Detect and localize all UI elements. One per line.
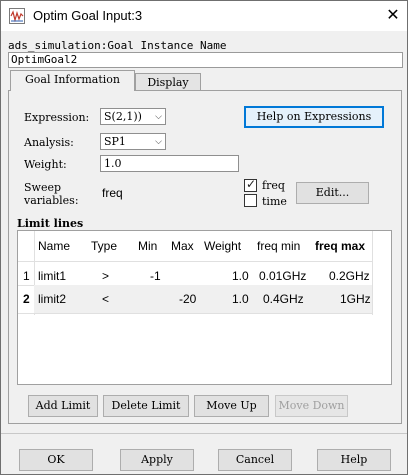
chevron-down-icon: ⌵ <box>155 112 162 122</box>
cell-name[interactable]: limit2 <box>38 285 66 313</box>
column-divider <box>372 231 373 315</box>
close-icon[interactable]: ✕ <box>383 5 403 25</box>
instance-name-input[interactable]: OptimGoal2 <box>8 52 403 68</box>
table-row-selected[interactable] <box>34 285 372 313</box>
delete-limit-button[interactable]: Delete Limit <box>103 395 189 417</box>
waveform-icon <box>9 8 25 24</box>
cell-weight[interactable]: 1.0 <box>232 285 249 313</box>
weight-input[interactable]: 1.0 <box>100 155 239 172</box>
help-button[interactable]: Help <box>317 449 391 471</box>
time-checkbox[interactable] <box>244 194 257 207</box>
ok-button[interactable]: OK <box>19 449 93 471</box>
dialog-window: Optim Goal Input:3 ✕ ads_simulation:Goal… <box>0 0 408 475</box>
expression-value: S(2,1)) <box>104 110 142 123</box>
cell-freq-max[interactable]: 1GHz <box>340 285 371 313</box>
weight-label: Weight: <box>24 158 67 171</box>
column-header-type[interactable]: Type <box>91 231 117 261</box>
move-down-button[interactable]: Move Down <box>275 395 348 417</box>
freq-checkbox[interactable]: ✓ <box>244 177 257 192</box>
window-title: Optim Goal Input:3 <box>33 8 143 23</box>
limit-lines-table: Name Type Min Max Weight freq min freq m… <box>17 230 392 385</box>
analysis-label: Analysis: <box>24 136 74 149</box>
cancel-button[interactable]: Cancel <box>218 449 292 471</box>
freq-checkbox-label: freq <box>262 179 285 192</box>
cell-freq-min[interactable]: 0.4GHz <box>263 285 304 313</box>
instance-name-label: ads_simulation:Goal Instance Name <box>8 39 227 52</box>
column-header-freq-max[interactable]: freq max <box>315 231 365 261</box>
help-on-expressions-button[interactable]: Help on Expressions <box>244 106 384 128</box>
tab-goal-information[interactable]: Goal Information <box>10 70 135 91</box>
column-header-freq-min[interactable]: freq min <box>257 231 300 261</box>
footer-divider <box>1 433 407 434</box>
time-checkbox-label: time <box>262 195 287 208</box>
analysis-combo[interactable]: SP1 ⌵ <box>100 133 166 150</box>
limit-lines-label: Limit lines <box>17 217 84 230</box>
sweep-value: freq <box>102 186 123 200</box>
column-header-max[interactable]: Max <box>171 231 194 261</box>
move-up-button[interactable]: Move Up <box>194 395 269 417</box>
apply-button[interactable]: Apply <box>120 449 194 471</box>
row-index: 2 <box>23 292 30 306</box>
cell-type[interactable]: < <box>102 285 109 313</box>
sweep-label-line2: variables: <box>24 194 79 207</box>
row-divider <box>18 313 372 314</box>
cell-max[interactable]: -20 <box>179 285 196 313</box>
column-header-weight[interactable]: Weight <box>204 231 241 261</box>
column-header-min[interactable]: Min <box>138 231 157 261</box>
add-limit-button[interactable]: Add Limit <box>28 395 98 417</box>
sweep-label-line1: Sweep <box>24 181 62 194</box>
checkmark-icon: ✓ <box>246 177 257 191</box>
row-divider <box>18 261 372 262</box>
title-bar: Optim Goal Input:3 ✕ <box>1 1 407 31</box>
edit-sweep-button[interactable]: Edit... <box>296 182 369 204</box>
analysis-value: SP1 <box>104 135 126 148</box>
expression-combo[interactable]: S(2,1)) ⌵ <box>100 108 166 125</box>
column-header-name[interactable]: Name <box>38 231 70 261</box>
chevron-down-icon: ⌵ <box>155 137 162 147</box>
expression-label: Expression: <box>24 111 90 124</box>
